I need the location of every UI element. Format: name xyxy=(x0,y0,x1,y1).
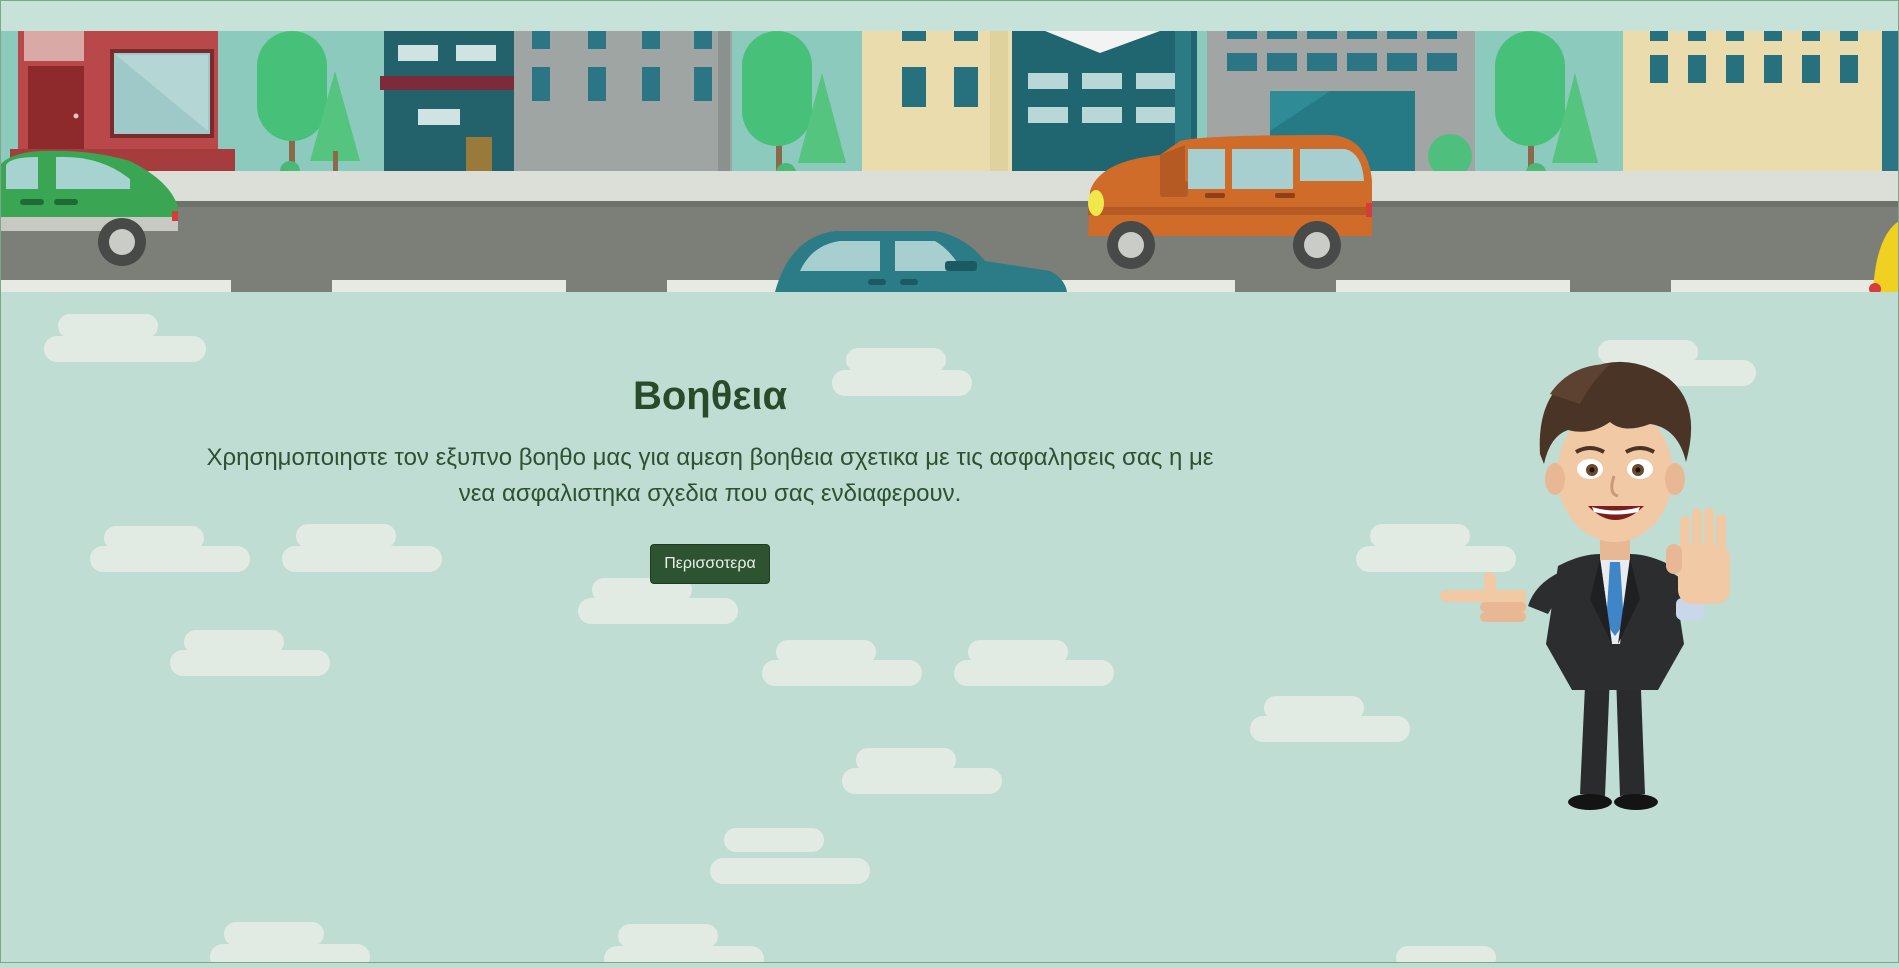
businessman-mascot xyxy=(1440,344,1760,824)
top-strip xyxy=(0,0,1899,32)
teal-building xyxy=(380,31,514,171)
sidewalk xyxy=(0,171,1899,201)
beige-building xyxy=(1623,31,1899,171)
city-street-illustration xyxy=(0,31,1899,292)
businessman-mascot-icon xyxy=(1440,361,1730,810)
grey-building xyxy=(514,31,732,171)
city-street-banner xyxy=(0,31,1899,292)
more-button[interactable]: Περισσοτερα xyxy=(650,544,770,584)
page-title: Βοηθεια xyxy=(632,374,788,418)
help-section: Βοηθεια Χρησημοποιηστε τον εξυπνο βοηθο … xyxy=(190,368,1230,584)
red-shop-building xyxy=(10,31,235,171)
help-description: Χρησημοποιηστε τον εξυπνο βοηθο μας για … xyxy=(206,444,1214,507)
beige-building xyxy=(862,31,1012,171)
